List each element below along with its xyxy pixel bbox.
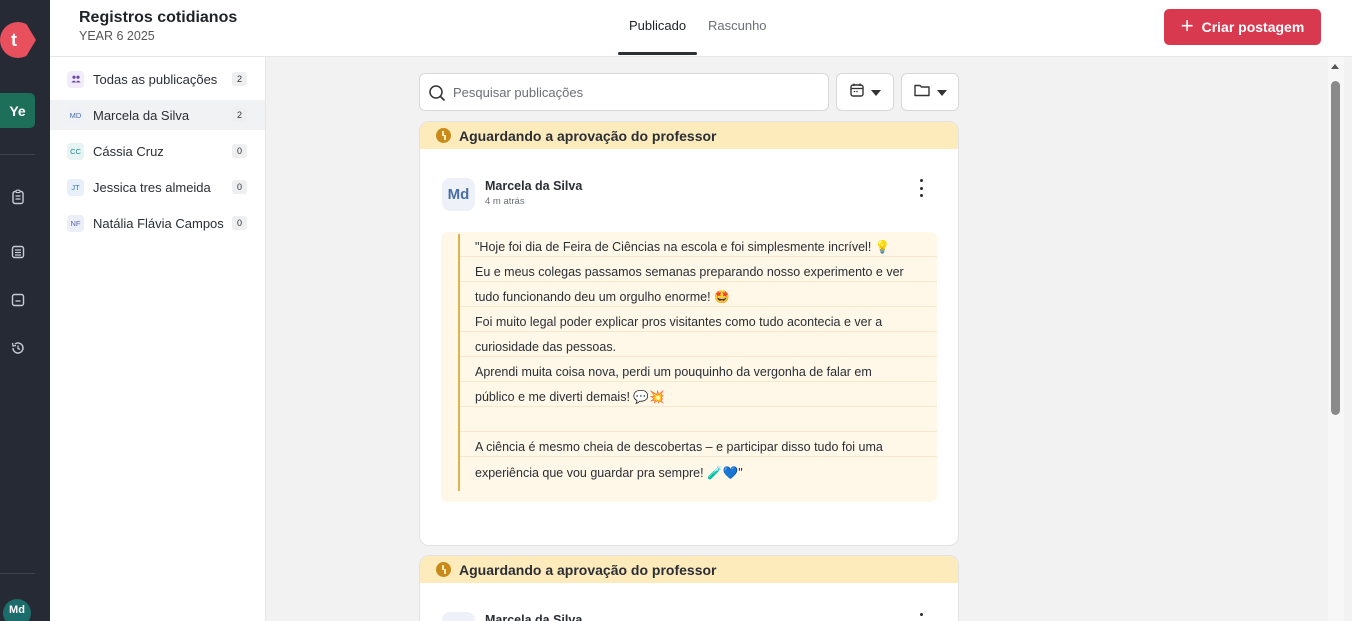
student-item[interactable]: CC Cássia Cruz 0 [50, 136, 265, 166]
ruled-line [460, 456, 937, 457]
clock-icon [436, 128, 451, 143]
student-initials: JT [67, 178, 84, 196]
list-icon[interactable] [9, 243, 27, 261]
page-title: Registros cotidianos [79, 9, 238, 26]
quote-bar [458, 234, 460, 491]
date-filter-dropdown[interactable] [836, 73, 894, 111]
history-icon[interactable] [9, 339, 27, 357]
student-item[interactable]: JT Jessica tres almeida 0 [50, 172, 265, 202]
rail-divider [0, 573, 35, 574]
ruled-line [460, 306, 937, 307]
scrollbar-thumb[interactable] [1331, 81, 1340, 415]
status-text: Aguardando a aprovação do professor [459, 561, 717, 578]
create-post-label: Criar postagem [1201, 19, 1305, 35]
post-text-line: tudo funcionando deu um orgulho enorme! … [475, 290, 730, 304]
scrollbar[interactable] [1328, 57, 1344, 621]
post-text-line: "Hoje foi dia de Feira de Ciências na es… [475, 240, 891, 254]
author-name[interactable]: Marcela da Silva [485, 179, 582, 193]
student-name: Jessica tres almeida [93, 179, 211, 195]
approval-status-banner: Aguardando a aprovação do professor [420, 556, 958, 583]
tab-publicado[interactable]: Publicado [629, 18, 686, 33]
post-text-line: experiência que vou guardar pra sempre! … [475, 466, 743, 480]
post-text-line: Foi muito legal poder explicar pros visi… [475, 315, 883, 329]
app: t Ye Md Registros cotidianos YEAR 6 2025… [0, 0, 1352, 621]
student-item-all[interactable]: Todas as publicações 2 [50, 64, 265, 94]
student-name: Cássia Cruz [93, 143, 164, 159]
ruled-line [460, 431, 937, 432]
app-logo[interactable]: t [0, 22, 36, 58]
more-options-icon[interactable] [914, 613, 928, 621]
clipboard-icon[interactable] [9, 188, 27, 206]
page-subtitle: YEAR 6 2025 [79, 29, 155, 43]
post-text-line: curiosidade das pessoas. [475, 340, 617, 354]
rail-divider [0, 154, 35, 155]
student-item[interactable]: NF Natália Flávia Campos 0 [50, 208, 265, 238]
post-card: Aguardando a aprovação do professor Md M… [419, 121, 959, 546]
plus-icon: + [1180, 13, 1194, 38]
active-tab-indicator [618, 52, 697, 55]
student-initials: CC [67, 142, 84, 160]
folder-icon [913, 82, 931, 103]
chevron-down-icon [871, 83, 881, 101]
post-text-line: público e me diverti demais! 💬💥 [475, 390, 665, 404]
author-avatar: Md [442, 178, 475, 211]
post-card: Aguardando a aprovação do professor Marc… [419, 555, 959, 621]
group-icon [67, 70, 84, 88]
student-name: Todas as publicações [93, 71, 218, 87]
chevron-down-icon [937, 83, 947, 101]
student-name: Marcela da Silva [93, 107, 190, 123]
post-count: 0 [232, 180, 247, 194]
search-placeholder: Pesquisar publicações [453, 85, 584, 100]
left-rail: t Ye Md [0, 0, 50, 621]
student-item[interactable]: MD Marcela da Silva 2 [50, 100, 265, 130]
ruled-line [460, 356, 937, 357]
search-icon [428, 84, 446, 107]
post-count: 0 [232, 216, 247, 230]
more-options-icon[interactable] [914, 179, 928, 197]
post-count: 2 [232, 72, 247, 86]
header: Registros cotidianos YEAR 6 2025 Publica… [50, 0, 1352, 57]
post-text-line: Eu e meus colegas passamos semanas prepa… [475, 265, 904, 279]
post-count: 2 [232, 108, 247, 122]
post-text-line: A ciência é mesmo cheia de descobertas –… [475, 440, 883, 454]
student-initials: NF [67, 214, 84, 232]
board-icon[interactable] [9, 291, 27, 309]
class-badge[interactable]: Ye [0, 93, 35, 128]
student-initials: MD [67, 106, 84, 124]
student-name: Natália Flávia Campos [93, 215, 224, 231]
logo-letter: t [11, 29, 17, 50]
student-list: Todas as publicações 2 MD Marcela da Sil… [50, 57, 266, 621]
calendar-icon [849, 82, 865, 103]
clock-icon [436, 562, 451, 577]
tab-rascunho[interactable]: Rascunho [708, 18, 767, 33]
status-text: Aguardando a aprovação do professor [459, 127, 717, 144]
author-avatar [442, 612, 475, 621]
post-content: "Hoje foi dia de Feira de Ciências na es… [441, 232, 937, 502]
ruled-line [460, 406, 937, 407]
ruled-line [460, 256, 937, 257]
post-time: 4 m atrás [485, 196, 525, 207]
author-name[interactable]: Marcela da Silva [485, 613, 582, 621]
approval-status-banner: Aguardando a aprovação do professor [420, 122, 958, 149]
ruled-line [460, 281, 937, 282]
post-text-line: Aprendi muita coisa nova, perdi um pouqu… [475, 365, 872, 379]
search-input[interactable]: Pesquisar publicações [419, 73, 829, 111]
create-post-button[interactable]: + Criar postagem [1164, 9, 1321, 45]
scroll-up-icon[interactable] [1331, 64, 1339, 69]
ruled-line [460, 381, 937, 382]
user-avatar[interactable]: Md [3, 599, 31, 621]
post-count: 0 [232, 144, 247, 158]
folder-filter-dropdown[interactable] [901, 73, 959, 111]
ruled-line [460, 331, 937, 332]
